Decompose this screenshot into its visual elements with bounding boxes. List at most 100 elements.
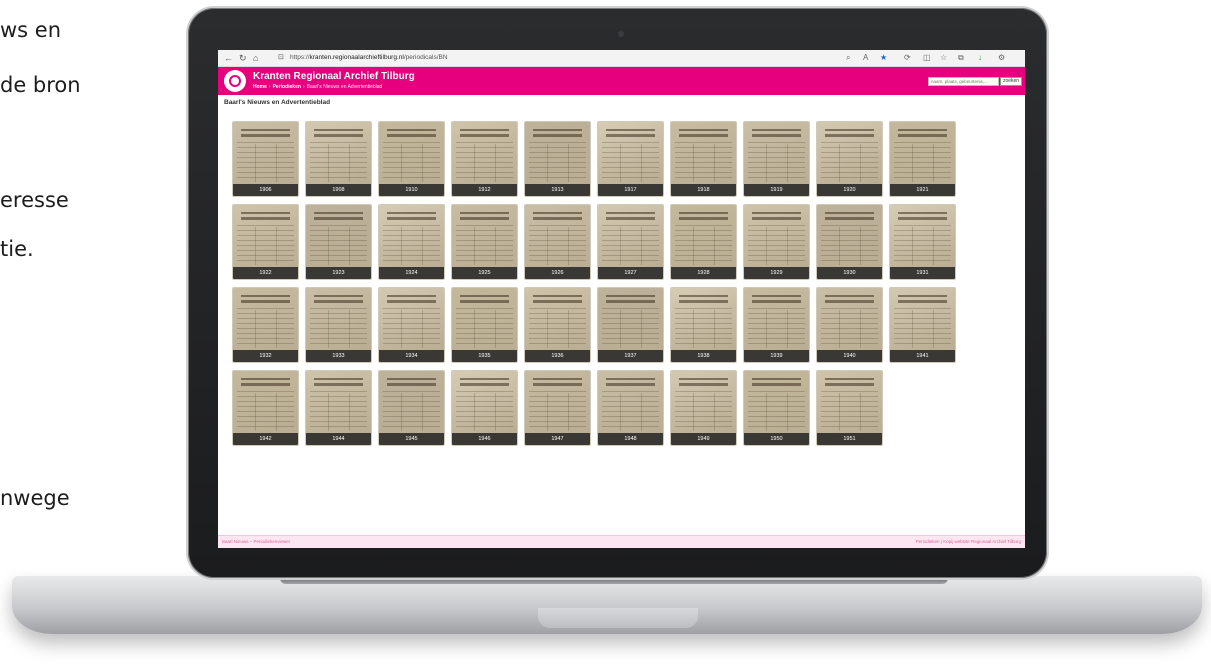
zoom-icon[interactable]: ⌕: [846, 53, 850, 63]
issue-tile[interactable]: 1940: [817, 288, 882, 362]
print-line: [456, 157, 513, 158]
print-line: [748, 152, 805, 153]
issue-tile[interactable]: 1912: [452, 122, 517, 196]
print-line: [748, 421, 805, 422]
issue-tile[interactable]: 1935: [452, 288, 517, 362]
print-line: [310, 230, 367, 231]
issue-tile[interactable]: 1939: [744, 288, 809, 362]
issue-tile[interactable]: 1930: [817, 205, 882, 279]
print-line: [821, 421, 878, 422]
issue-tile[interactable]: 1936: [525, 288, 590, 362]
print-line: [894, 240, 951, 241]
search-button[interactable]: zoeken: [1000, 77, 1022, 86]
print-line: [675, 225, 732, 226]
issue-tile[interactable]: 1927: [598, 205, 663, 279]
print-line: [748, 147, 805, 148]
issue-tile[interactable]: 1933: [306, 288, 371, 362]
print-line: [821, 396, 878, 397]
read-aloud-icon[interactable]: A: [863, 53, 868, 63]
print-line: [401, 227, 402, 265]
masthead-line: [533, 212, 582, 214]
print-line: [237, 260, 294, 261]
favorite-star-icon[interactable]: ★: [880, 53, 887, 63]
masthead-line: [752, 212, 801, 214]
print-line: [693, 144, 694, 182]
browser-window: ← ↻ ⌂ ⊡ https://kranten.regionaalarchief…: [218, 50, 1025, 548]
issue-tile[interactable]: 1908: [306, 122, 371, 196]
issue-tile[interactable]: 1922: [233, 205, 298, 279]
issue-tile[interactable]: 1917: [598, 122, 663, 196]
print-line: [675, 318, 732, 319]
print-line: [602, 308, 659, 309]
print-line: [748, 406, 805, 407]
issue-tile[interactable]: 1944: [306, 371, 371, 445]
issue-tile[interactable]: 1906: [233, 122, 298, 196]
breadcrumb-periodicals[interactable]: Periodieken: [273, 84, 301, 90]
print-line: [529, 328, 586, 329]
issue-tile[interactable]: 1932: [233, 288, 298, 362]
home-icon[interactable]: ⌂: [253, 53, 258, 63]
print-line: [894, 250, 951, 251]
issue-tile[interactable]: 1928: [671, 205, 736, 279]
issue-year-label: 1913: [525, 184, 590, 196]
collections-icon[interactable]: ⧉: [958, 53, 964, 63]
issue-tile[interactable]: 1926: [525, 205, 590, 279]
settings-icon[interactable]: ⚙: [998, 53, 1005, 63]
site-title[interactable]: Kranten Regionaal Archief Tilburg: [253, 71, 415, 82]
reload-icon[interactable]: ↻: [239, 53, 247, 63]
issue-tile[interactable]: 1938: [671, 288, 736, 362]
newspaper-thumbnail: [379, 205, 444, 267]
issue-tile[interactable]: 1951: [817, 371, 882, 445]
print-line: [529, 406, 586, 407]
issue-tile[interactable]: 1937: [598, 288, 663, 362]
issue-tile[interactable]: 1918: [671, 122, 736, 196]
print-line: [529, 396, 586, 397]
issue-tile[interactable]: 1913: [525, 122, 590, 196]
back-icon[interactable]: ←: [224, 53, 233, 63]
print-line: [401, 393, 402, 431]
issue-tile[interactable]: 1924: [379, 205, 444, 279]
print-line: [237, 152, 294, 153]
archive-logo-icon[interactable]: [224, 70, 246, 92]
download-icon[interactable]: ↓: [978, 53, 982, 63]
issue-tile[interactable]: 1925: [452, 205, 517, 279]
issue-tile[interactable]: 1923: [306, 205, 371, 279]
print-line: [422, 310, 423, 348]
issue-tile[interactable]: 1949: [671, 371, 736, 445]
footer-right-text[interactable]: Periodieken | Kopij website Regionaal Ar…: [916, 539, 1021, 544]
print-line: [529, 162, 586, 163]
issue-tile[interactable]: 1921: [890, 122, 955, 196]
print-line: [602, 225, 659, 226]
search-input[interactable]: [928, 77, 999, 86]
issue-tile[interactable]: 1945: [379, 371, 444, 445]
split-screen-icon[interactable]: ◫: [923, 53, 931, 63]
print-line: [328, 227, 329, 265]
issue-tile[interactable]: 1931: [890, 205, 955, 279]
print-line: [401, 144, 402, 182]
print-line: [310, 177, 367, 178]
issue-tile[interactable]: 1946: [452, 371, 517, 445]
issue-tile[interactable]: 1942: [233, 371, 298, 445]
print-line: [602, 343, 659, 344]
address-bar[interactable]: ⊡ https://kranten.regionaalarchieftilbur…: [278, 53, 838, 64]
issue-tile[interactable]: 1950: [744, 371, 809, 445]
print-line: [894, 162, 951, 163]
footer-left-text[interactable]: Baarl Nieuws – Periodiekenviewer: [222, 539, 290, 544]
print-line: [383, 308, 440, 309]
print-line: [602, 230, 659, 231]
issue-tile[interactable]: 1919: [744, 122, 809, 196]
favorites-icon[interactable]: ☆: [940, 53, 947, 63]
issue-tile[interactable]: 1941: [890, 288, 955, 362]
extensions-icon[interactable]: ⟳: [904, 53, 911, 63]
breadcrumb-home[interactable]: Home: [253, 84, 267, 90]
print-line: [276, 393, 277, 431]
issue-tile[interactable]: 1910: [379, 122, 444, 196]
print-line: [456, 411, 513, 412]
issue-tile[interactable]: 1934: [379, 288, 444, 362]
issue-tile[interactable]: 1920: [817, 122, 882, 196]
issue-tile[interactable]: 1948: [598, 371, 663, 445]
print-line: [383, 235, 440, 236]
masthead-line: [533, 383, 582, 386]
issue-tile[interactable]: 1929: [744, 205, 809, 279]
issue-tile[interactable]: 1947: [525, 371, 590, 445]
